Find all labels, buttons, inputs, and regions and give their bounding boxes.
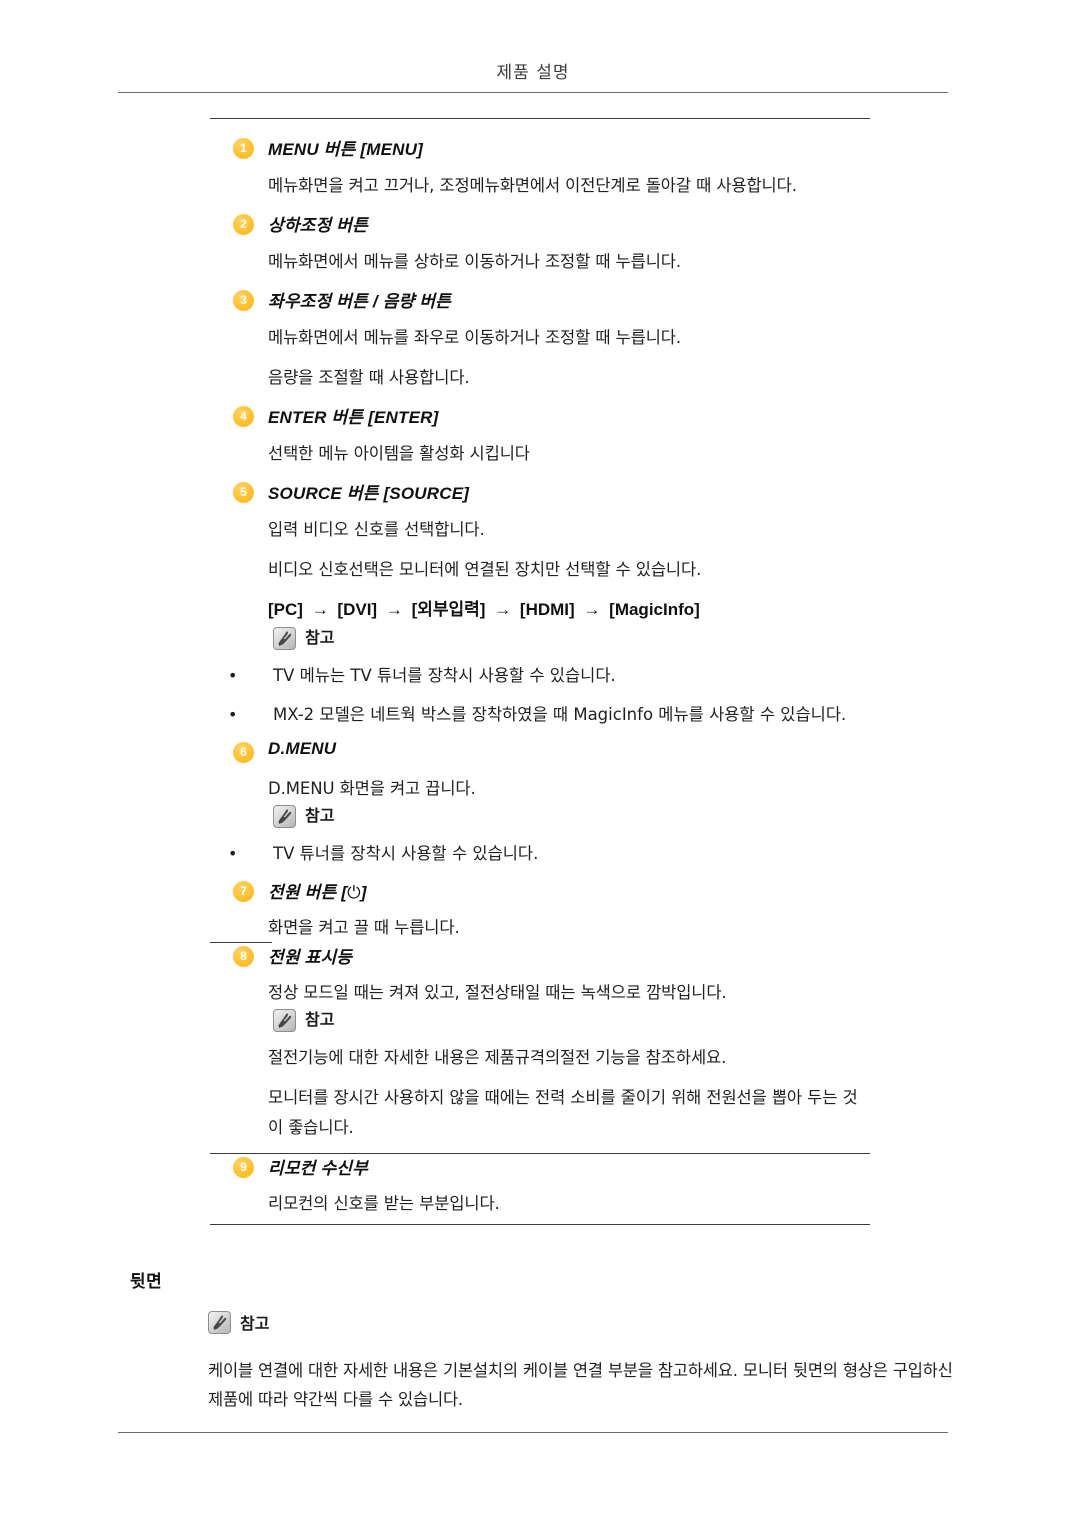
list-item: 8 전원 표시등 [210, 943, 870, 969]
item-body: 메뉴화면을 켜고 끄거나, 조정메뉴화면에서 이전단계로 돌아갈 때 사용합니다… [268, 176, 797, 195]
note-block: 참고 [210, 803, 870, 829]
item-body: 입력 비디오 신호를 선택합니다. [268, 520, 485, 539]
route-token-pc: [PC] [268, 600, 303, 619]
item-body: 선택한 메뉴 아이템을 활성화 시킵니다 [268, 444, 530, 463]
route-token-dvi: [DVI] [337, 600, 378, 619]
note-block: 참고 [210, 625, 870, 651]
power-note-text: 절전기능에 대한 자세한 내용은 제품규격의절전 기능을 참조하세요. [268, 1048, 727, 1067]
item-body: 정상 모드일 때는 켜져 있고, 절전상태일 때는 녹색으로 깜박입니다. [268, 983, 727, 1002]
bullet-text: TV 튜너를 장착시 사용할 수 있습니다. [273, 844, 539, 863]
power-note-text: 모니터를 장시간 사용하지 않을 때에는 전력 소비를 줄이기 위해 전원선을 … [268, 1088, 858, 1137]
back-panel-paragraph: 케이블 연결에 대한 자세한 내용은 기본설치의 케이블 연결 부분을 참고하세… [208, 1361, 953, 1409]
list-item: 6 D.MENU [210, 739, 870, 765]
list-item: • MX-2 모델은 네트웍 박스를 장착하였을 때 MagicInfo 메뉴를… [210, 700, 870, 729]
bullet-text: TV 메뉴는 TV 튜너를 장착시 사용할 수 있습니다. [273, 666, 616, 685]
note-hand-icon [273, 626, 296, 650]
route-arrow-icon: → [385, 600, 403, 619]
item-badge: 8 [233, 946, 254, 967]
content-column: 1 MENU 버튼 [MENU] 메뉴화면을 켜고 끄거나, 조정메뉴화면에서 … [210, 118, 870, 1225]
item-badge: 1 [233, 138, 254, 159]
item-title: D.MENU [268, 739, 337, 758]
route-token-magicinfo: [MagicInfo] [609, 600, 700, 619]
note-hand-icon [273, 804, 296, 828]
note-label: 참고 [240, 1314, 270, 1333]
list-item: 2 상하조정 버튼 [210, 211, 870, 237]
item-body: 리모컨의 신호를 받는 부분입니다. [268, 1194, 500, 1213]
item-badge: 7 [233, 881, 254, 902]
item-title: 리모컨 수신부 [268, 1159, 368, 1178]
item-badge: 5 [233, 482, 254, 503]
route-token-hdmi: [HDMI] [519, 600, 575, 619]
bullet-text: MX-2 모델은 네트웍 박스를 장착하였을 때 MagicInfo 메뉴를 사… [273, 705, 847, 724]
bullet-icon: • [228, 844, 238, 863]
route-arrow-icon: → [494, 600, 512, 619]
route-arrow-icon: → [583, 600, 601, 619]
item-body: 메뉴화면에서 메뉴를 상하로 이동하거나 조정할 때 누릅니다. [268, 252, 682, 271]
header-divider [118, 92, 948, 93]
list-item: • TV 메뉴는 TV 튜너를 장착시 사용할 수 있습니다. [210, 661, 870, 690]
route-arrow-icon: → [311, 600, 329, 619]
section-title: 뒷면 [130, 1272, 163, 1292]
content-bottom-divider [210, 1224, 870, 1225]
item-badge: 9 [233, 1157, 254, 1178]
item-title-prefix: 전원 버튼 [ [268, 883, 348, 902]
note-block: 참고 [130, 1310, 960, 1334]
item-title: ENTER 버튼 [ENTER] [268, 408, 439, 427]
item-title: 전원 표시등 [268, 948, 353, 967]
list-item: 5 SOURCE 버튼 [SOURCE] [210, 479, 870, 505]
item-badge: 2 [233, 214, 254, 235]
item-title-suffix: ] [360, 883, 367, 902]
power-icon: ⏻ [347, 883, 361, 903]
item-body-secondary: 음량을 조절할 때 사용합니다. [268, 368, 470, 387]
list-item: 9 리모컨 수신부 [210, 1154, 870, 1180]
note-hand-icon [273, 1008, 296, 1032]
route-token-external: [외부입력] [411, 600, 486, 619]
item-badge: 6 [233, 742, 254, 763]
document-page: 제품 설명 1 MENU 버튼 [MENU] 메뉴화면을 켜고 끄거나, 조정메… [0, 0, 1080, 1527]
list-item: 3 좌우조정 버튼 / 음량 버튼 [210, 287, 870, 313]
footer-divider [118, 1432, 948, 1433]
list-item: 7 전원 버튼 [⏻] [210, 878, 870, 904]
item-body: D.MENU 화면을 켜고 끕니다. [268, 779, 476, 798]
list-item: • TV 튜너를 장착시 사용할 수 있습니다. [210, 839, 870, 868]
item-body: 화면을 켜고 끌 때 누릅니다. [268, 918, 460, 937]
item-badge: 4 [233, 406, 254, 427]
page-header-title: 제품 설명 [496, 63, 570, 83]
note-label: 참고 [305, 1010, 335, 1029]
bullet-icon: • [228, 666, 238, 685]
note-block: 참고 [210, 1007, 870, 1033]
bullet-icon: • [228, 705, 238, 724]
back-panel-section: 뒷면 참고 케이블 연결에 대한 자세한 내용은 기본설치의 케이블 연결 부분… [130, 1267, 960, 1414]
source-route: [PC] → [DVI] → [외부입력] → [HDMI] → [MagicI… [210, 595, 870, 625]
list-item: 1 MENU 버튼 [MENU] [210, 135, 870, 161]
item-title: 전원 버튼 [⏻] [268, 883, 367, 903]
note-label: 참고 [305, 628, 335, 647]
item-title: SOURCE 버튼 [SOURCE] [268, 484, 470, 503]
note-hand-icon [208, 1310, 231, 1334]
list-item: 4 ENTER 버튼 [ENTER] [210, 403, 870, 429]
item-title: 상하조정 버튼 [268, 216, 368, 235]
note-label: 참고 [305, 806, 335, 825]
item-title: MENU 버튼 [MENU] [268, 140, 423, 159]
item-body: 메뉴화면에서 메뉴를 좌우로 이동하거나 조정할 때 누릅니다. [268, 328, 682, 347]
item-body-secondary: 비디오 신호선택은 모니터에 연결된 장치만 선택할 수 있습니다. [268, 560, 702, 579]
item-title: 좌우조정 버튼 / 음량 버튼 [268, 292, 452, 311]
item-badge: 3 [233, 290, 254, 311]
